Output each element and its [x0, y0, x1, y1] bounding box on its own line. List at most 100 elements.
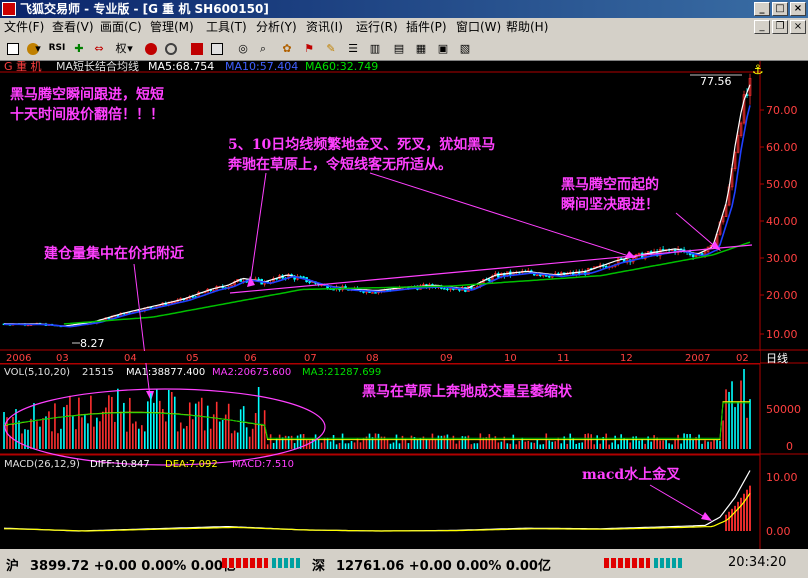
- time-label-08: 08: [366, 353, 379, 364]
- time-label-2006: 2006: [6, 353, 31, 364]
- time-label-2007: 2007: [685, 353, 710, 364]
- time-label-11: 11: [557, 353, 570, 364]
- columns-icon[interactable]: ▥: [366, 40, 384, 57]
- window-icon[interactable]: ▣: [434, 40, 452, 57]
- rights-dropdown-icon[interactable]: ▾: [126, 40, 134, 57]
- mdi-restore-button[interactable]: ❐: [772, 20, 788, 34]
- time-label-05: 05: [186, 353, 199, 364]
- image-icon[interactable]: [208, 40, 226, 57]
- menu-plugins[interactable]: 插件(P): [406, 18, 447, 37]
- sh-volume-bars: [222, 558, 268, 568]
- vol-ma3: MA3:21287.699: [302, 367, 381, 378]
- menu-tools[interactable]: 工具(T): [206, 18, 247, 37]
- min-price-label: 8.27: [80, 337, 105, 350]
- annotation-black-horse-line1: 黑马腾空瞬间跟进，短短: [10, 86, 164, 103]
- time-label-07: 07: [304, 353, 317, 364]
- time-label-12: 12: [620, 353, 633, 364]
- dropdown-icon[interactable]: ▾: [34, 40, 42, 57]
- list-icon[interactable]: ☰: [344, 40, 362, 57]
- period-label[interactable]: 日线: [766, 351, 788, 365]
- menu-screen[interactable]: 画面(C): [100, 18, 142, 37]
- annotation-jump-line1: 黑马腾空而起的: [561, 176, 659, 193]
- mdi-close-button[interactable]: ×: [790, 20, 806, 34]
- menu-analysis[interactable]: 分析(Y): [256, 18, 297, 37]
- price-tick-70: 70.00: [766, 104, 798, 117]
- indicator-name: MA短长结合均线: [56, 61, 139, 73]
- price-tick-20: 20.00: [766, 289, 798, 302]
- candle-body: [452, 288, 455, 290]
- price-tick-10: 10.00: [766, 328, 798, 341]
- panel-icon[interactable]: ▤: [390, 40, 408, 57]
- macd-dea: DEA:7.092: [165, 459, 218, 470]
- candle-body: [446, 288, 449, 290]
- stock-name: G 重 机: [4, 61, 42, 73]
- menu-bar: 文件(F) 查看(V) 画面(C) 管理(M) 工具(T) 分析(Y) 资讯(I…: [0, 18, 808, 37]
- clock: 20:34:20: [728, 555, 787, 570]
- red-square-icon[interactable]: [188, 40, 206, 57]
- app-icon: [2, 2, 16, 16]
- gear-icon[interactable]: ✿: [278, 40, 296, 57]
- ring-icon[interactable]: [162, 40, 180, 57]
- menu-help[interactable]: 帮助(H): [506, 18, 548, 37]
- macd-value: MACD:7.510: [232, 459, 294, 470]
- menu-run[interactable]: 运行(R): [356, 18, 398, 37]
- annotation-macd: macd水上金叉: [582, 466, 681, 483]
- time-label-04: 04: [124, 353, 137, 364]
- rsi-button[interactable]: RSI: [46, 40, 68, 57]
- price-tick-40: 40.00: [766, 215, 798, 228]
- candle-body: [443, 288, 446, 290]
- sz-trend-bars: [654, 558, 682, 568]
- candle-body: [257, 278, 260, 281]
- candle-body: [308, 281, 311, 283]
- candle-body: [302, 276, 305, 278]
- pencil-icon[interactable]: ✎: [322, 40, 340, 57]
- candle-body: [374, 292, 377, 294]
- macd-diff: DIFF:10.847: [90, 459, 150, 470]
- arrows-icon[interactable]: ⇔: [90, 40, 108, 57]
- anchor-icon[interactable]: ⚓: [752, 63, 764, 78]
- ma10-label: MA10:57.404: [225, 61, 298, 73]
- menu-window[interactable]: 窗口(W): [456, 18, 501, 37]
- annotation-ma-cross-line2: 奔驰在草原上，令短线客无所适从。: [227, 156, 452, 173]
- menu-view[interactable]: 查看(V): [52, 18, 94, 37]
- annotation-black-horse-line2: 十天时间股价翻倍！！！: [10, 106, 164, 123]
- flag-icon[interactable]: ⚑: [300, 40, 318, 57]
- price-tick-60: 60.00: [766, 141, 798, 154]
- price-tick-30: 30.00: [766, 252, 798, 265]
- volume-legend: VOL(5,10,20) 21515 MA1:38877.400 MA2:206…: [4, 367, 381, 378]
- line-chart-icon[interactable]: ▧: [456, 40, 474, 57]
- stock-chart[interactable]: G 重 机 MA短长结合均线 MA5:68.754 MA10:57.404 MA…: [0, 59, 808, 549]
- time-label-09: 09: [440, 353, 453, 364]
- minimize-button[interactable]: _: [754, 2, 770, 16]
- vol-value: 21515: [82, 367, 114, 378]
- menu-file[interactable]: 文件(F): [4, 18, 44, 37]
- crosshair-icon[interactable]: ✚: [70, 40, 88, 57]
- sz-index-label: 深: [312, 559, 326, 574]
- ma60-label: MA60:32.749: [305, 61, 378, 73]
- annotation-jump-line2: 瞬间坚决跟进！: [561, 196, 659, 213]
- macd-legend: MACD(26,12,9) DIFF:10.847 DEA:7.092 MACD…: [4, 459, 294, 470]
- red-dots-icon[interactable]: [142, 40, 160, 57]
- candle-body: [547, 276, 551, 278]
- glasses-icon[interactable]: ◎: [234, 40, 252, 57]
- close-button[interactable]: ×: [790, 2, 806, 16]
- toolbar: ▾ RSI ✚ ⇔ 权 ▾ ◎ ⌕ ✿ ⚑ ✎ ☰ ▥ ▤ ▦ ▣ ▧: [0, 37, 808, 61]
- vol-tick-0: 0: [786, 440, 793, 453]
- chart-area[interactable]: G 重 机 MA短长结合均线 MA5:68.754 MA10:57.404 MA…: [0, 59, 808, 549]
- ma5-label: MA5:68.754: [148, 61, 214, 73]
- sh-index-label: 沪: [6, 559, 20, 574]
- price-tick-50: 50.00: [766, 178, 798, 191]
- menu-manage[interactable]: 管理(M): [150, 18, 194, 37]
- mdi-minimize-button[interactable]: _: [754, 20, 770, 34]
- annotation-ma-cross-line1: 5、10日均线频繁地金叉、死叉，犹如黑马: [228, 136, 495, 153]
- menu-info[interactable]: 资讯(I): [306, 18, 343, 37]
- vol-ma1: MA1:38877.400: [126, 367, 205, 378]
- window-title: 飞狐交易师 - 专业版 - [G 重 机 SH600150]: [20, 2, 269, 16]
- time-label-10: 10: [504, 353, 517, 364]
- maximize-button[interactable]: □: [772, 2, 788, 16]
- search-icon[interactable]: ⌕: [254, 40, 272, 57]
- annotation-volume: 黑马在草原上奔驰成交量呈萎缩状: [362, 383, 573, 400]
- chart-icon[interactable]: [4, 40, 22, 57]
- grid-icon[interactable]: ▦: [412, 40, 430, 57]
- vol-ma2: MA2:20675.600: [212, 367, 291, 378]
